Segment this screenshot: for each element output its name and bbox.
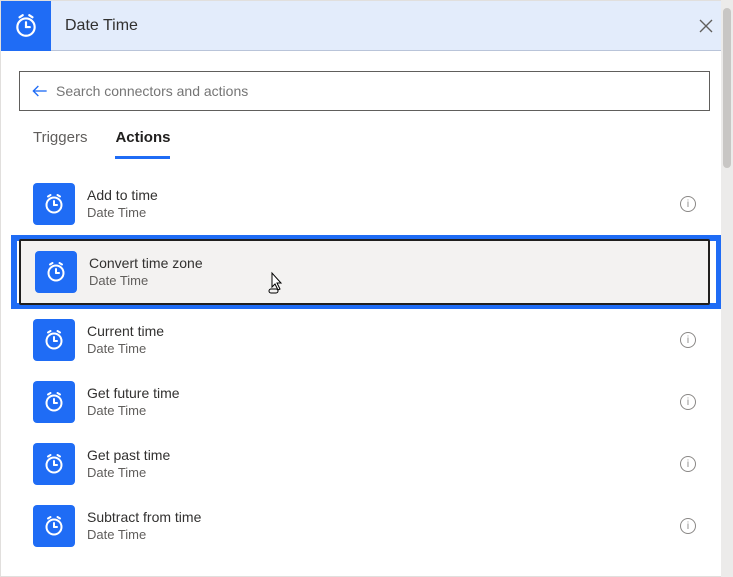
action-title: Subtract from time [87, 509, 668, 527]
action-text: Subtract from time Date Time [87, 509, 668, 543]
search-box[interactable] [19, 71, 710, 111]
action-text: Add to time Date Time [87, 187, 668, 221]
action-picker-panel: Date Time Triggers Actions [0, 0, 729, 577]
action-subtitle: Date Time [87, 527, 668, 543]
action-subtitle: Date Time [89, 273, 694, 289]
clock-icon [33, 319, 75, 361]
action-text: Convert time zone Date Time [89, 255, 694, 289]
action-text: Get past time Date Time [87, 447, 668, 481]
info-icon[interactable]: i [680, 456, 696, 472]
info-icon[interactable]: i [680, 332, 696, 348]
action-subtitle: Date Time [87, 341, 668, 357]
scrollbar[interactable] [721, 0, 733, 577]
action-item-add-to-time[interactable]: Add to time Date Time i [19, 173, 710, 235]
action-title: Add to time [87, 187, 668, 205]
action-text: Get future time Date Time [87, 385, 668, 419]
action-text: Current time Date Time [87, 323, 668, 357]
back-icon[interactable] [30, 81, 50, 101]
action-title: Get past time [87, 447, 668, 465]
action-subtitle: Date Time [87, 465, 668, 481]
tab-triggers[interactable]: Triggers [33, 129, 87, 159]
panel-header: Date Time [1, 1, 728, 51]
action-item-convert-time-zone[interactable]: Convert time zone Date Time [19, 239, 710, 305]
action-title: Current time [87, 323, 668, 341]
action-item-get-past-time[interactable]: Get past time Date Time i [19, 433, 710, 495]
clock-icon [33, 505, 75, 547]
action-title: Convert time zone [89, 255, 694, 273]
clock-icon [35, 251, 77, 293]
clock-icon [33, 381, 75, 423]
scrollbar-thumb[interactable] [723, 8, 731, 168]
clock-icon [33, 183, 75, 225]
panel-body: Triggers Actions Add to time Date Time i [1, 51, 728, 576]
action-subtitle: Date Time [87, 403, 668, 419]
action-item-get-future-time[interactable]: Get future time Date Time i [19, 371, 710, 433]
info-icon[interactable]: i [680, 196, 696, 212]
clock-icon [33, 443, 75, 485]
action-item-subtract-from-time[interactable]: Subtract from time Date Time i [19, 495, 710, 557]
search-input[interactable] [56, 83, 699, 99]
connector-icon [1, 1, 51, 51]
actions-list: Add to time Date Time i Convert time zon… [19, 173, 710, 557]
tab-actions[interactable]: Actions [115, 129, 170, 159]
info-icon[interactable]: i [680, 518, 696, 534]
action-subtitle: Date Time [87, 205, 668, 221]
action-item-current-time[interactable]: Current time Date Time i [19, 309, 710, 371]
action-title: Get future time [87, 385, 668, 403]
panel-title: Date Time [51, 17, 684, 35]
info-icon[interactable]: i [680, 394, 696, 410]
tabs: Triggers Actions [19, 111, 710, 159]
